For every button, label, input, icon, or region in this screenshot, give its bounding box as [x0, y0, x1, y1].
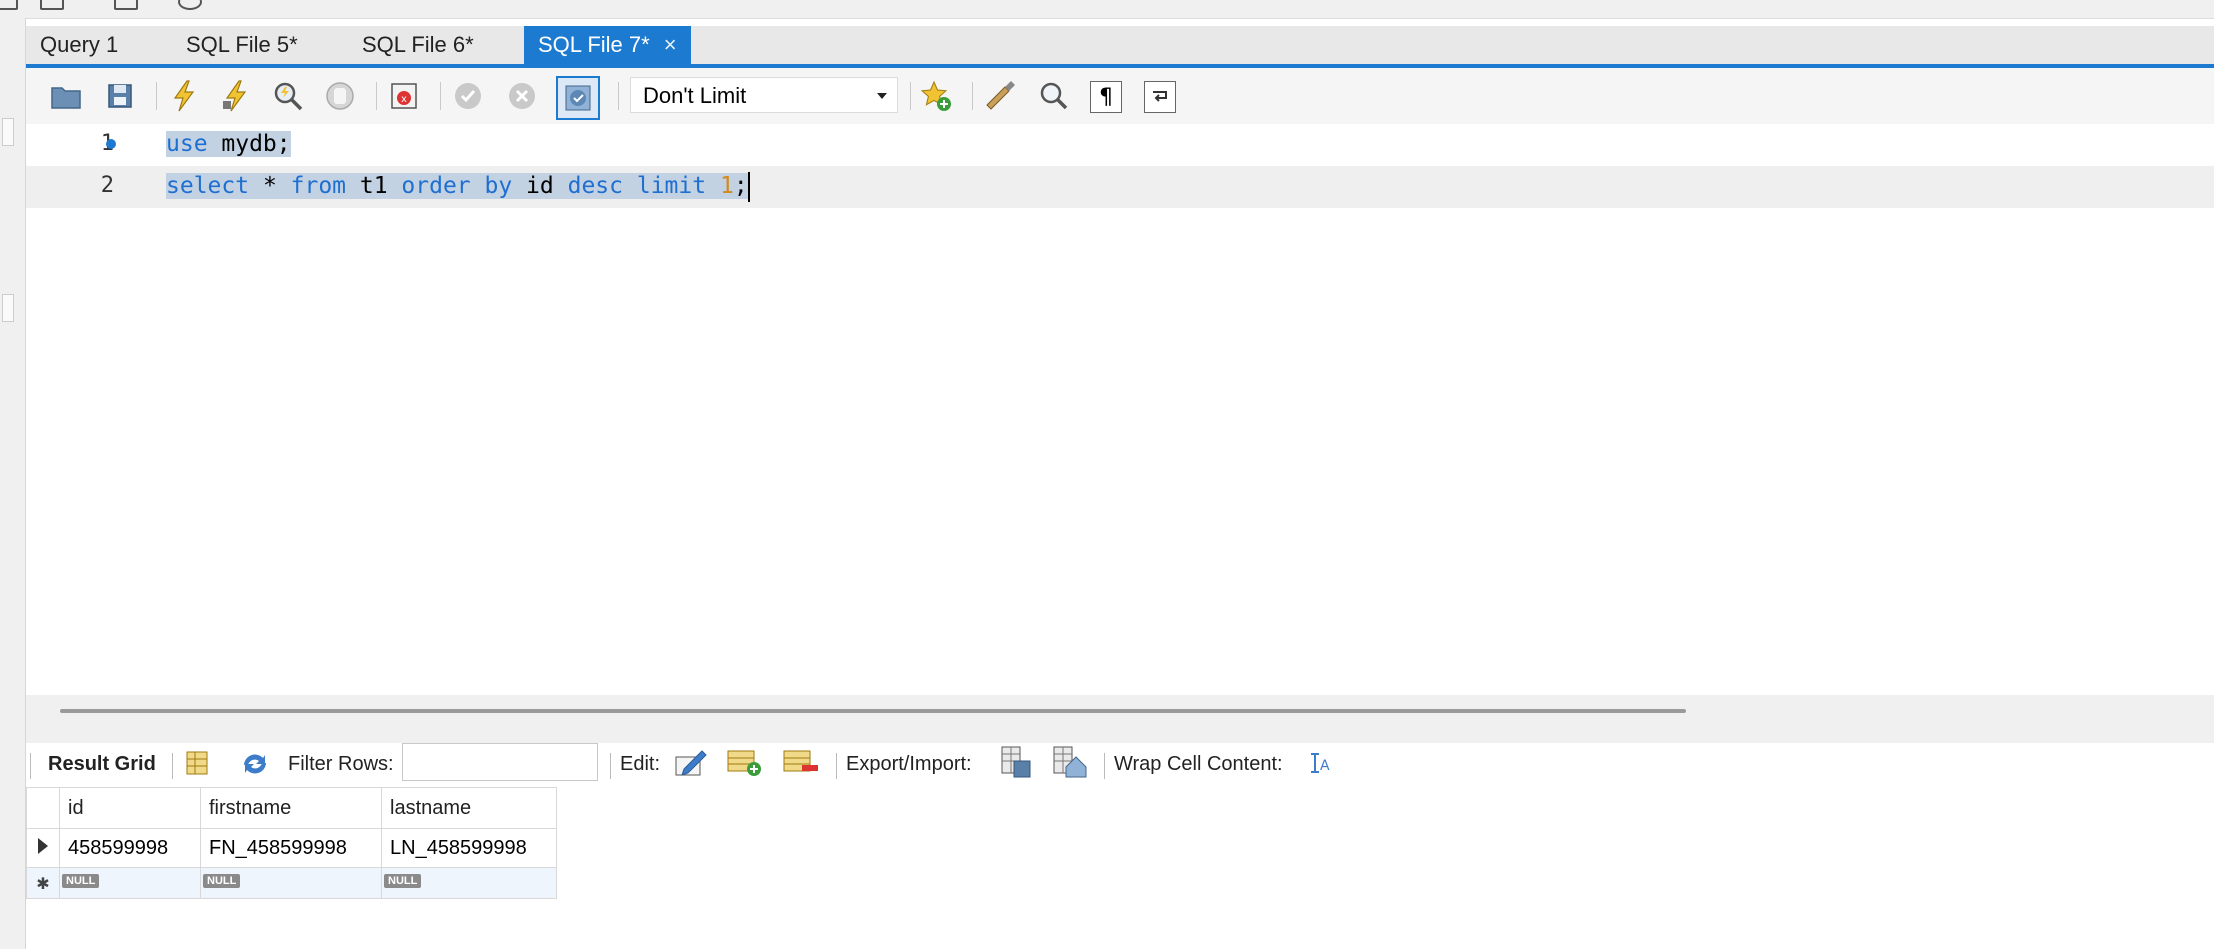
tab-label: SQL File 5* [186, 32, 298, 57]
editor-result-splitter[interactable] [26, 695, 2214, 743]
statement-marker-icon [106, 139, 116, 149]
asterisk-icon: ✱ [36, 875, 50, 893]
add-row-icon[interactable] [726, 747, 762, 783]
explain-icon[interactable] [270, 78, 306, 114]
chevron-down-icon [877, 93, 887, 99]
menu-icon-4[interactable] [178, 0, 202, 10]
code-line[interactable]: use mydb; [166, 124, 291, 164]
selected-code: select * from t1 order by id desc limit … [166, 173, 748, 199]
wrap-cell-content-label: Wrap Cell Content: [1114, 753, 1283, 775]
filter-rows-input[interactable] [402, 743, 598, 781]
null-badge: NULL [384, 873, 422, 888]
invisible-chars-icon[interactable]: ¶ [1090, 81, 1122, 113]
cell-new-lastname[interactable]: NULL [381, 867, 557, 899]
save-icon[interactable] [102, 78, 138, 114]
result-grid-tab[interactable]: Result Grid [48, 753, 156, 776]
close-tab-icon[interactable]: × [664, 26, 677, 64]
menu-icon-1[interactable] [0, 0, 18, 10]
new-row-marker: ✱ [26, 867, 60, 899]
editor-tab-bar: Query 1 SQL File 5* SQL File 6* SQL File… [26, 26, 2214, 68]
new-row[interactable]: ✱ NULL NULL NULL [26, 867, 557, 899]
sql-number: 1 [719, 173, 734, 199]
edit-label: Edit: [620, 753, 661, 775]
text-caret [747, 171, 750, 202]
result-toolbar: Result Grid Filter Rows: Edit: Export/Im… [26, 743, 2214, 787]
form-editor-icon[interactable] [184, 749, 210, 783]
stop-icon[interactable] [322, 78, 358, 114]
column-header-id[interactable]: id [59, 787, 201, 829]
tab-query-1[interactable]: Query 1 [26, 26, 132, 64]
svg-text:A: A [1320, 758, 1330, 774]
autocommit-icon[interactable] [556, 76, 600, 120]
rollback-icon[interactable] [504, 78, 540, 114]
limit-select-value: Don't Limit [643, 83, 747, 108]
svg-text:x: x [401, 94, 407, 105]
add-snippet-icon[interactable] [918, 78, 954, 114]
sql-editor-toolbar: x Don't Limit ¶ [26, 68, 2214, 125]
row-header-corner [26, 787, 60, 829]
sql-keyword: select [166, 173, 250, 199]
line-number: 2 [100, 173, 114, 198]
execute-current-icon[interactable] [218, 78, 254, 114]
sidebar-handle[interactable] [2, 118, 14, 146]
sidebar-handle-2[interactable] [2, 294, 14, 322]
tab-sql-file-7[interactable]: SQL File 7* × [524, 26, 691, 64]
row-pointer-icon [38, 837, 48, 854]
delete-row-icon[interactable] [782, 747, 818, 783]
tab-label: Query 1 [40, 32, 119, 57]
sql-text: * [249, 173, 291, 199]
null-badge: NULL [203, 873, 241, 888]
wrap-cell-toggle-icon[interactable]: A [1308, 751, 1332, 781]
left-sidebar-edge [0, 18, 26, 949]
selected-code: use mydb; [166, 131, 291, 157]
cell-new-firstname[interactable]: NULL [200, 867, 382, 899]
open-folder-icon[interactable] [48, 78, 84, 114]
result-grid[interactable]: id firstname lastname 458599998 FN_45859… [26, 787, 557, 899]
menu-icon-2[interactable] [40, 0, 64, 10]
sql-text: id [512, 173, 568, 199]
export-icon[interactable] [998, 745, 1034, 785]
sql-text: mydb; [207, 131, 291, 157]
word-wrap-icon[interactable] [1144, 81, 1176, 113]
horizontal-scrollbar[interactable] [60, 709, 1686, 713]
edit-row-icon[interactable] [674, 747, 708, 785]
refresh-icon[interactable] [238, 749, 272, 785]
column-header-firstname[interactable]: firstname [200, 787, 382, 829]
sql-keyword: desc [567, 173, 623, 199]
beautify-icon[interactable] [982, 78, 1018, 114]
cell-lastname[interactable]: LN_458599998 [381, 828, 557, 868]
menu-icon-3[interactable] [114, 0, 138, 10]
grid-header-row: id firstname lastname [26, 787, 557, 829]
limit-rows-select[interactable]: Don't Limit [630, 77, 898, 113]
sql-text: t1 [346, 173, 402, 199]
table-row[interactable]: 458599998 FN_458599998 LN_458599998 [26, 828, 557, 868]
tab-label: SQL File 7* [538, 32, 650, 57]
sql-keyword: from [290, 173, 347, 199]
null-badge: NULL [62, 873, 100, 888]
sql-editor[interactable]: 1 2 use mydb; select * from t1 order by … [26, 124, 2214, 695]
cell-firstname[interactable]: FN_458599998 [200, 828, 382, 868]
tab-sql-file-6[interactable]: SQL File 6* [348, 26, 488, 64]
filter-rows-label: Filter Rows: [288, 753, 394, 775]
execute-icon[interactable] [166, 78, 202, 114]
cell-id[interactable]: 458599998 [59, 828, 201, 868]
sql-keyword: use [166, 131, 208, 157]
cell-new-id[interactable]: NULL [59, 867, 201, 899]
sql-text: ; [733, 173, 748, 199]
sql-keyword: limit [636, 173, 707, 199]
app-top-strip [0, 0, 2214, 19]
export-import-label: Export/Import: [846, 753, 972, 775]
tab-sql-file-5[interactable]: SQL File 5* [172, 26, 312, 64]
current-row-indicator[interactable] [26, 828, 60, 868]
toggle-error-icon[interactable]: x [386, 78, 422, 114]
sql-keyword: order by [401, 173, 513, 199]
find-icon[interactable] [1036, 78, 1072, 114]
import-icon[interactable] [1050, 745, 1088, 785]
code-line[interactable]: select * from t1 order by id desc limit … [166, 166, 750, 206]
commit-icon[interactable] [450, 78, 486, 114]
column-header-lastname[interactable]: lastname [381, 787, 557, 829]
tab-label: SQL File 6* [362, 32, 474, 57]
